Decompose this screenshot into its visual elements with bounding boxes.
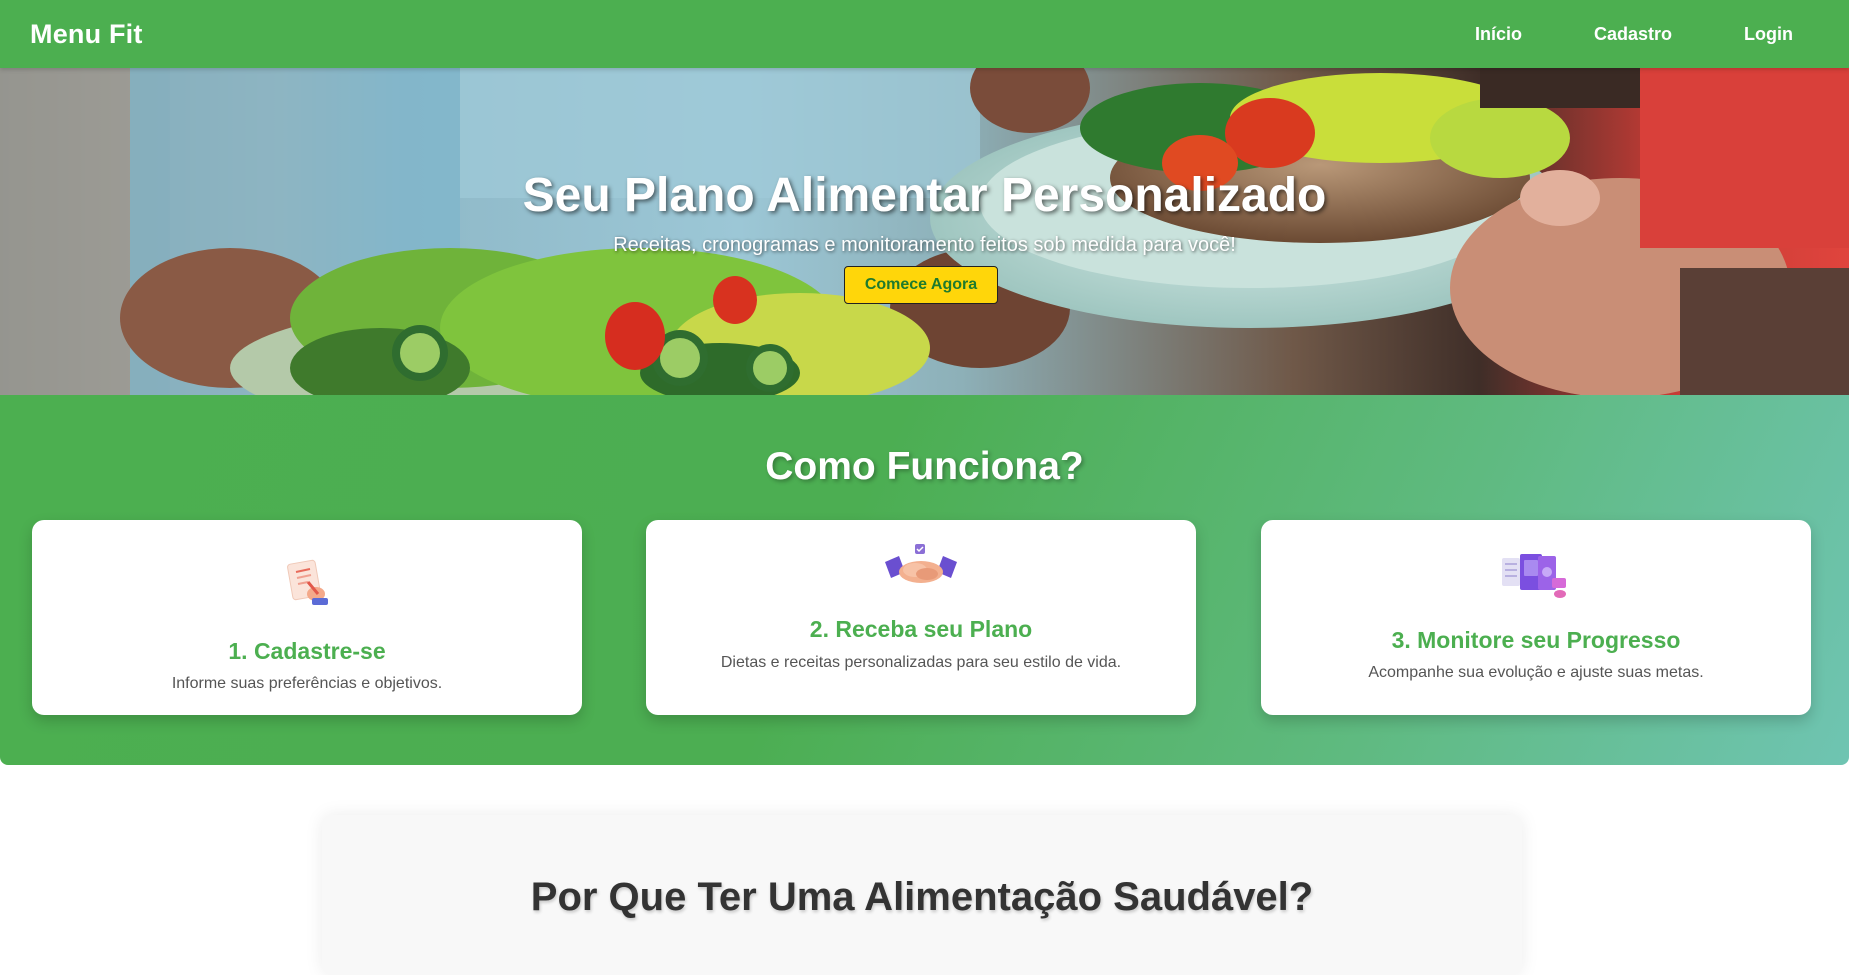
nav-links: Início Cadastro Login <box>1403 24 1819 45</box>
navbar: Menu Fit Início Cadastro Login <box>0 0 1849 68</box>
step-card-receba-plano: 2. Receba seu Plano Dietas e receitas pe… <box>646 520 1196 715</box>
step-card-monitore: 3. Monitore seu Progresso Acompanhe sua … <box>1261 520 1811 715</box>
step-title: 3. Monitore seu Progresso <box>1391 627 1681 653</box>
comece-agora-button[interactable]: Comece Agora <box>844 266 998 304</box>
nav-link-cadastro[interactable]: Cadastro <box>1594 24 1672 45</box>
how-it-works-section: Como Funciona? 1. Cadastre-se Informe su… <box>0 395 1849 765</box>
handshake-icon <box>646 542 1196 590</box>
step-text: Acompanhe sua evolução e ajuste suas met… <box>1368 664 1704 681</box>
nav-link-login[interactable]: Login <box>1744 24 1793 45</box>
why-healthy-section: Por Que Ter Uma Alimentação Saudável? <box>322 815 1522 975</box>
step-card-cadastre: 1. Cadastre-se Informe suas preferências… <box>32 520 582 715</box>
step-text: Informe suas preferências e objetivos. <box>171 675 443 692</box>
step-title: 2. Receba seu Plano <box>809 616 1033 642</box>
hero-subtitle: Receitas, cronogramas e monitoramento fe… <box>613 234 1236 256</box>
step-title: 1. Cadastre-se <box>228 638 386 664</box>
devices-progress-icon <box>1261 552 1811 600</box>
brand-logo[interactable]: Menu Fit <box>30 19 143 50</box>
hero-title: Seu Plano Alimentar Personalizado <box>522 169 1327 222</box>
document-writing-icon <box>32 556 582 608</box>
hero-banner: Seu Plano Alimentar Personalizado Receit… <box>0 68 1849 395</box>
section-title: Como Funciona? <box>765 445 1084 488</box>
nav-link-inicio[interactable]: Início <box>1475 24 1522 45</box>
hero-content: Seu Plano Alimentar Personalizado Receit… <box>0 68 1849 395</box>
step-text: Dietas e receitas personalizadas para se… <box>720 654 1122 671</box>
section-title: Por Que Ter Uma Alimentação Saudável? <box>530 875 1314 919</box>
